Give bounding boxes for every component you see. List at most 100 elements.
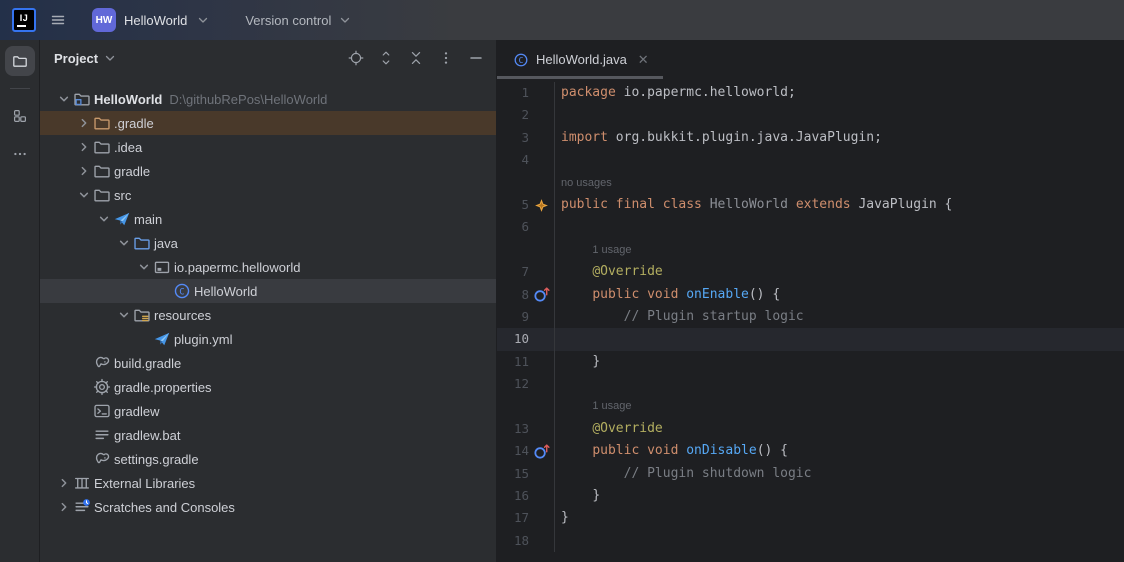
gutter[interactable] xyxy=(497,395,554,417)
more-vertical-button[interactable] xyxy=(436,48,456,68)
code-line-12[interactable]: 12 xyxy=(497,373,1124,395)
gutter[interactable]: 8 xyxy=(497,284,554,306)
code-line-5[interactable]: 5 public final class HelloWorld extends J… xyxy=(497,194,1124,216)
inlay-hint-label[interactable]: no usages xyxy=(561,177,612,189)
gutter[interactable] xyxy=(497,239,554,261)
inlay-hint[interactable]: 1 usage xyxy=(554,239,1124,261)
gutter[interactable]: 1 xyxy=(497,82,554,104)
line-number[interactable]: 6 xyxy=(497,216,529,238)
tree-item-gradle[interactable]: gradle xyxy=(40,159,496,183)
tree-item-gradlew-bat[interactable]: gradlew.bat xyxy=(40,423,496,447)
code-text[interactable]: @Override xyxy=(554,261,1124,283)
gutter[interactable]: 10 xyxy=(497,328,554,350)
project-widget[interactable]: HW HelloWorld xyxy=(86,4,217,36)
code-text[interactable] xyxy=(554,149,1124,171)
code-line-17[interactable]: 17} xyxy=(497,507,1124,529)
inlay-hint[interactable]: no usages xyxy=(554,172,1124,194)
line-number[interactable]: 15 xyxy=(497,463,529,485)
tree-item-build-gradle[interactable]: build.gradle xyxy=(40,351,496,375)
stripe-button-structure-squares[interactable] xyxy=(5,101,35,131)
chevron-expanded-icon[interactable] xyxy=(95,210,113,228)
code-line-2[interactable]: 2 xyxy=(497,104,1124,126)
intellij-logo-icon[interactable]: IJ xyxy=(12,8,36,32)
line-number[interactable]: 12 xyxy=(497,373,529,395)
code-line-11[interactable]: 11 } xyxy=(497,351,1124,373)
tree-item--gradle[interactable]: .gradle xyxy=(40,111,496,135)
code-line-10[interactable]: 10 xyxy=(497,328,1124,350)
override-icon[interactable] xyxy=(532,443,551,459)
code-text[interactable] xyxy=(554,216,1124,238)
gutter[interactable]: 12 xyxy=(497,373,554,395)
code-line-9[interactable]: 9 // Plugin startup logic xyxy=(497,306,1124,328)
gutter[interactable]: 14 xyxy=(497,440,554,462)
inlay-hint-row[interactable]: 1 usage xyxy=(497,239,1124,261)
code-line-15[interactable]: 15 // Plugin shutdown logic xyxy=(497,463,1124,485)
code-text[interactable]: public final class HelloWorld extends Ja… xyxy=(554,194,1124,216)
code-text[interactable]: } xyxy=(554,485,1124,507)
line-number[interactable]: 5 xyxy=(497,194,529,216)
code-line-6[interactable]: 6 xyxy=(497,216,1124,238)
gutter[interactable]: 7 xyxy=(497,261,554,283)
line-number[interactable]: 2 xyxy=(497,104,529,126)
line-number[interactable]: 18 xyxy=(497,530,529,552)
code-text[interactable] xyxy=(554,530,1124,552)
line-number[interactable]: 13 xyxy=(497,418,529,440)
tree-item-helloworld[interactable]: HelloWorldD:\githubRePos\HelloWorld xyxy=(40,87,496,111)
tree-item--idea[interactable]: .idea xyxy=(40,135,496,159)
chevron-expanded-icon[interactable] xyxy=(115,234,133,252)
chevron-collapsed-icon[interactable] xyxy=(75,138,93,156)
plugin-marker-icon[interactable] xyxy=(532,197,551,213)
stripe-button-more-horizontal[interactable] xyxy=(5,139,35,169)
gutter[interactable] xyxy=(497,172,554,194)
code-text[interactable] xyxy=(554,328,1124,350)
code-text[interactable]: // Plugin startup logic xyxy=(554,306,1124,328)
tree-item-gradlew[interactable]: gradlew xyxy=(40,399,496,423)
code-text[interactable] xyxy=(554,373,1124,395)
line-number[interactable]: 8 xyxy=(497,284,529,306)
line-number[interactable]: 9 xyxy=(497,306,529,328)
code-editor[interactable]: 1 package io.papermc.helloworld; 23import … xyxy=(497,79,1124,562)
tree-item-helloworld[interactable]: CHelloWorld xyxy=(40,279,496,303)
code-line-14[interactable]: 14 public void onDisable() { xyxy=(497,440,1124,462)
tree-item-external-libraries[interactable]: External Libraries xyxy=(40,471,496,495)
code-line-16[interactable]: 16 } xyxy=(497,485,1124,507)
tree-item-scratches-and-consoles[interactable]: Scratches and Consoles xyxy=(40,495,496,519)
code-line-7[interactable]: 7 @Override xyxy=(497,261,1124,283)
version-control-widget[interactable]: Version control xyxy=(239,8,359,32)
close-icon[interactable]: ✕ xyxy=(638,52,649,68)
inlay-hint-label[interactable]: 1 usage xyxy=(592,244,631,256)
gutter[interactable]: 4 xyxy=(497,149,554,171)
inlay-hint-row[interactable]: 1 usage xyxy=(497,395,1124,417)
gutter[interactable]: 9 xyxy=(497,306,554,328)
line-number[interactable]: 16 xyxy=(497,485,529,507)
code-text[interactable]: public void onEnable() { xyxy=(554,284,1124,306)
code-text[interactable]: package io.papermc.helloworld; xyxy=(554,82,1124,104)
code-text[interactable]: public void onDisable() { xyxy=(554,440,1124,462)
hamburger-menu-icon[interactable] xyxy=(50,12,66,28)
gutter[interactable]: 6 xyxy=(497,216,554,238)
tree-item-main[interactable]: main xyxy=(40,207,496,231)
code-text[interactable]: // Plugin shutdown logic xyxy=(554,463,1124,485)
code-line-1[interactable]: 1 package io.papermc.helloworld; xyxy=(497,82,1124,104)
chevron-expanded-icon[interactable] xyxy=(75,186,93,204)
collapse-all-button[interactable] xyxy=(406,48,426,68)
override-icon[interactable] xyxy=(532,287,551,303)
code-text[interactable]: import org.bukkit.plugin.java.JavaPlugin… xyxy=(554,127,1124,149)
line-number[interactable]: 1 xyxy=(497,82,529,104)
gutter[interactable]: 16 xyxy=(497,485,554,507)
gutter[interactable]: 5 xyxy=(497,194,554,216)
stripe-button-project-tool-folder[interactable] xyxy=(5,46,35,76)
chevron-collapsed-icon[interactable] xyxy=(55,498,73,516)
chevron-expanded-icon[interactable] xyxy=(135,258,153,276)
line-number[interactable]: 14 xyxy=(497,440,529,462)
chevron-down-icon[interactable] xyxy=(102,50,118,66)
gutter[interactable]: 13 xyxy=(497,418,554,440)
gutter[interactable]: 17 xyxy=(497,507,554,529)
line-number[interactable]: 4 xyxy=(497,149,529,171)
code-text[interactable]: } xyxy=(554,507,1124,529)
chevron-collapsed-icon[interactable] xyxy=(55,474,73,492)
code-line-3[interactable]: 3import org.bukkit.plugin.java.JavaPlugi… xyxy=(497,127,1124,149)
tree-item-resources[interactable]: resources xyxy=(40,303,496,327)
code-text[interactable]: @Override xyxy=(554,418,1124,440)
code-line-8[interactable]: 8 public void onEnable() { xyxy=(497,284,1124,306)
